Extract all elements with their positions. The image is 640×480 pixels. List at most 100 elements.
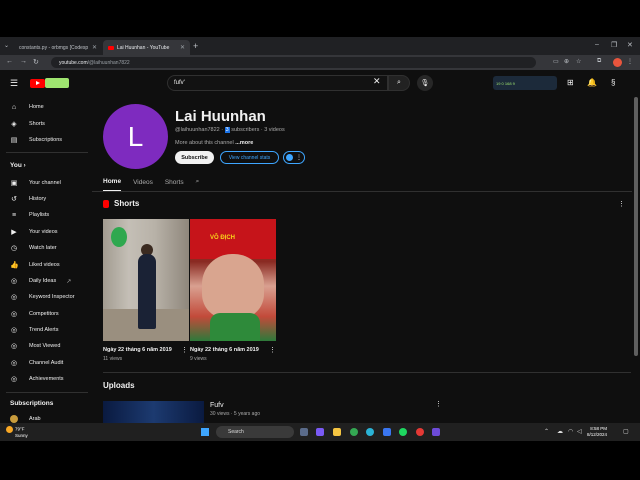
voice-search-button[interactable]: 🎙 xyxy=(417,75,433,91)
sidebar-item-your-channel[interactable]: ▣ Your channel xyxy=(10,177,61,189)
cast-icon[interactable]: ▭ xyxy=(553,58,559,65)
sidebar-item-liked-videos[interactable]: 👍 Liked videos xyxy=(10,259,60,271)
close-window-button[interactable]: ✕ xyxy=(627,41,633,49)
back-icon[interactable]: ← xyxy=(6,58,13,65)
chrome-icon[interactable] xyxy=(350,428,358,436)
tab-shorts[interactable]: Shorts xyxy=(165,173,184,191)
app-icon[interactable] xyxy=(416,428,424,436)
browser-tab-codespace[interactable]: constants.py - orbmgs [Codesp ✕ xyxy=(14,40,102,55)
discord-icon[interactable] xyxy=(432,428,440,436)
sidebar-item-daily-ideas[interactable]: ◎ Daily Ideas ↗ xyxy=(10,275,71,287)
extensions-icon[interactable]: ⧉ xyxy=(597,58,601,65)
notifications-bell-icon[interactable]: 🔔 xyxy=(587,78,597,87)
clear-search-icon[interactable]: ✕ xyxy=(373,76,381,87)
sidebar-item-trend-alerts[interactable]: ◎ Trend Alerts xyxy=(10,324,59,336)
forward-icon[interactable]: → xyxy=(20,58,27,65)
shorts-section-menu-icon[interactable]: ⋮ xyxy=(618,200,625,208)
create-icon[interactable]: ⊞ xyxy=(567,78,574,87)
onedrive-icon[interactable]: ☁ xyxy=(557,428,563,435)
more-link[interactable]: ...more xyxy=(235,140,253,146)
short-views-2: 9 views xyxy=(190,356,207,362)
close-tab-icon[interactable]: ✕ xyxy=(180,44,185,51)
search-button[interactable]: ⌕ xyxy=(388,75,410,91)
windows-taskbar: 79°F Sunny Search ⌃ ☁ ◠ ◁ 8:58 PM 8/12/2… xyxy=(0,423,640,441)
sidebar-item-home[interactable]: ⌂ Home xyxy=(10,101,44,113)
youtube-logo-icon[interactable] xyxy=(30,79,45,88)
tab-home[interactable]: Home xyxy=(103,173,122,191)
doodle-logo-icon[interactable] xyxy=(45,78,69,88)
extension-options-button[interactable]: ⋮ xyxy=(283,151,305,164)
about-text: More about this channel xyxy=(175,140,236,146)
subscribe-button[interactable]: Subscribe xyxy=(175,151,214,164)
short-menu-icon[interactable]: ⋮ xyxy=(269,346,276,354)
tab-title: Lai Huunhan - YouTube xyxy=(117,44,170,51)
search-query: fufv' xyxy=(174,80,185,86)
notification-center-icon[interactable]: ▢ xyxy=(623,428,629,435)
spotify-icon[interactable] xyxy=(399,428,407,436)
sidebar-item-channel-audit[interactable]: ◎ Channel Audit xyxy=(10,357,63,369)
taskbar-clock[interactable]: 8:58 PM 8/12/2024 xyxy=(587,426,607,438)
sidebar-item-most-viewed[interactable]: ◎ Most Viewed xyxy=(10,340,60,352)
file-explorer-icon[interactable] xyxy=(333,428,341,436)
sidebar-item-history[interactable]: ↺ History xyxy=(10,193,46,205)
address-bar[interactable]: youtube.com/@laihuunhan7822 xyxy=(51,57,536,68)
sidebar-item-label: Keyword Inspector xyxy=(29,294,75,300)
view-channel-stats-button[interactable]: View channel stats xyxy=(220,151,279,164)
short-title-2[interactable]: Ngày 22 tháng 6 năm 2019 xyxy=(190,347,259,353)
thumbnail-face xyxy=(202,254,264,319)
new-tab-button[interactable]: + xyxy=(193,41,198,51)
teams-icon[interactable] xyxy=(316,428,324,436)
windows-start-icon[interactable] xyxy=(201,428,209,436)
most-viewed-icon: ◎ xyxy=(10,343,18,350)
tab-videos[interactable]: Videos xyxy=(133,173,153,191)
hamburger-menu-icon[interactable]: ☰ xyxy=(10,78,18,89)
tab-search-icon[interactable]: ⌄ xyxy=(4,42,9,49)
clock-date: 8/12/2024 xyxy=(587,432,608,437)
sidebar-item-subscriptions[interactable]: ▤ Subscriptions xyxy=(10,134,62,146)
close-tab-icon[interactable]: ✕ xyxy=(92,44,97,51)
bookmark-star-icon[interactable]: ☆ xyxy=(576,58,581,65)
profile-avatar[interactable] xyxy=(613,58,622,67)
store-icon[interactable] xyxy=(383,428,391,436)
upload-thumbnail[interactable] xyxy=(103,401,204,423)
sidebar-item-subscription[interactable]: Arab xyxy=(10,413,41,423)
taskbar-search[interactable]: Search xyxy=(216,426,294,438)
minimize-button[interactable]: – xyxy=(595,41,599,48)
weather-widget[interactable]: 79°F Sunny xyxy=(6,426,28,439)
edge-icon[interactable] xyxy=(366,428,374,436)
upload-title[interactable]: Fufv xyxy=(210,402,224,409)
short-thumbnail-2[interactable]: VÔ ĐỊCH xyxy=(190,219,276,341)
search-input[interactable]: fufv' xyxy=(167,75,388,91)
volume-icon[interactable]: ◁ xyxy=(577,428,582,435)
channel-about[interactable]: More about this channel ...more xyxy=(175,140,253,146)
sidebar-item-keyword-inspector[interactable]: ◎ Keyword Inspector xyxy=(10,291,75,303)
sidebar-item-watch-later[interactable]: ◷ Watch later xyxy=(10,242,57,254)
browser-menu-icon[interactable]: ⋮ xyxy=(627,58,633,65)
sidebar-item-label: Trend Alerts xyxy=(29,327,59,333)
uploads-section-heading[interactable]: Uploads xyxy=(103,381,135,390)
sidebar-item-competitors[interactable]: ◎ Competitors xyxy=(10,308,59,320)
competitors-icon: ◎ xyxy=(10,311,18,318)
vidiq-icon[interactable]: § xyxy=(611,78,615,87)
reload-icon[interactable]: ↻ xyxy=(33,58,39,66)
short-title-1[interactable]: Ngày 22 tháng 6 năm 2019 xyxy=(103,347,172,353)
tray-chevron-icon[interactable]: ⌃ xyxy=(544,428,549,435)
sidebar-you-header[interactable]: You › xyxy=(10,162,26,169)
zoom-icon[interactable]: ⊕ xyxy=(564,58,569,65)
sidebar-item-your-videos[interactable]: ▶ Your videos xyxy=(10,226,57,238)
upload-menu-icon[interactable]: ⋮ xyxy=(435,400,442,408)
wifi-icon[interactable]: ◠ xyxy=(568,428,573,435)
sidebar-item-playlists[interactable]: ≡ Playlists xyxy=(10,209,49,221)
shorts-heading-text: Shorts xyxy=(114,199,140,208)
short-menu-icon[interactable]: ⋮ xyxy=(181,346,188,354)
page-scrollbar[interactable] xyxy=(634,97,638,356)
short-thumbnail-1[interactable] xyxy=(103,219,189,341)
vidiq-extension-badge[interactable]: 19 0 168 9 xyxy=(493,76,557,90)
sidebar-item-achievements[interactable]: ◎ Achievements xyxy=(10,373,64,385)
task-view-icon[interactable] xyxy=(300,428,308,436)
channel-avatar[interactable]: L xyxy=(103,104,168,169)
maximize-button[interactable]: ❐ xyxy=(611,41,617,49)
channel-search-icon[interactable]: ⌕ xyxy=(196,173,200,191)
browser-tab-youtube[interactable]: Lai Huunhan - YouTube ✕ xyxy=(103,40,190,55)
sidebar-item-shorts[interactable]: ◈ Shorts xyxy=(10,118,45,130)
